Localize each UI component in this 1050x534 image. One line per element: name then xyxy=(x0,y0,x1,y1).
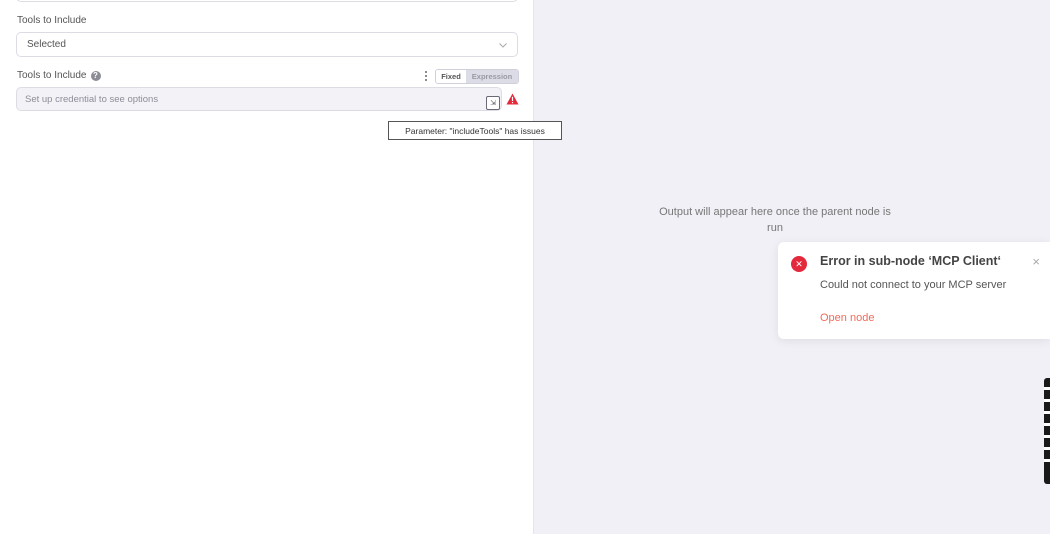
toggle-fixed[interactable]: Fixed xyxy=(436,70,466,83)
fixed-expression-toggle: Fixed Expression xyxy=(435,69,519,84)
edge-scroll-handle[interactable] xyxy=(1044,378,1050,484)
close-icon[interactable]: × xyxy=(1032,255,1040,268)
credential-options-field[interactable]: Set up credential to see options xyxy=(16,87,502,111)
expand-icon[interactable]: ⇲ xyxy=(486,96,500,110)
toast-title: Error in sub-node ‘MCP Client‘ xyxy=(820,254,1002,268)
warning-icon[interactable] xyxy=(506,93,519,105)
tools-list-label-row: Tools to Include ? xyxy=(17,70,101,81)
error-toast: ✕ Error in sub-node ‘MCP Client‘ × Could… xyxy=(778,242,1050,339)
tools-to-include-select[interactable]: Selected xyxy=(16,32,518,57)
open-node-link[interactable]: Open node xyxy=(820,312,874,324)
select-value: Selected xyxy=(27,39,66,50)
tools-list-label: Tools to Include xyxy=(17,70,87,81)
chevron-down-icon xyxy=(499,43,507,48)
credential-placeholder: Set up credential to see options xyxy=(25,93,159,105)
kebab-menu-icon[interactable] xyxy=(423,70,429,82)
output-placeholder-message: Output will appear here once the parent … xyxy=(659,206,891,234)
toggle-expression[interactable]: Expression xyxy=(466,70,518,83)
previous-field[interactable] xyxy=(16,0,518,2)
tools-to-include-label: Tools to Include xyxy=(17,15,87,26)
parameter-issue-tooltip: Parameter: "includeTools" has issues xyxy=(388,121,562,140)
parameters-panel: Tools to Include Selected Tools to Inclu… xyxy=(0,0,534,534)
help-icon[interactable]: ? xyxy=(90,70,101,81)
error-icon: ✕ xyxy=(791,256,807,272)
toast-message: Could not connect to your MCP server xyxy=(820,279,1007,291)
